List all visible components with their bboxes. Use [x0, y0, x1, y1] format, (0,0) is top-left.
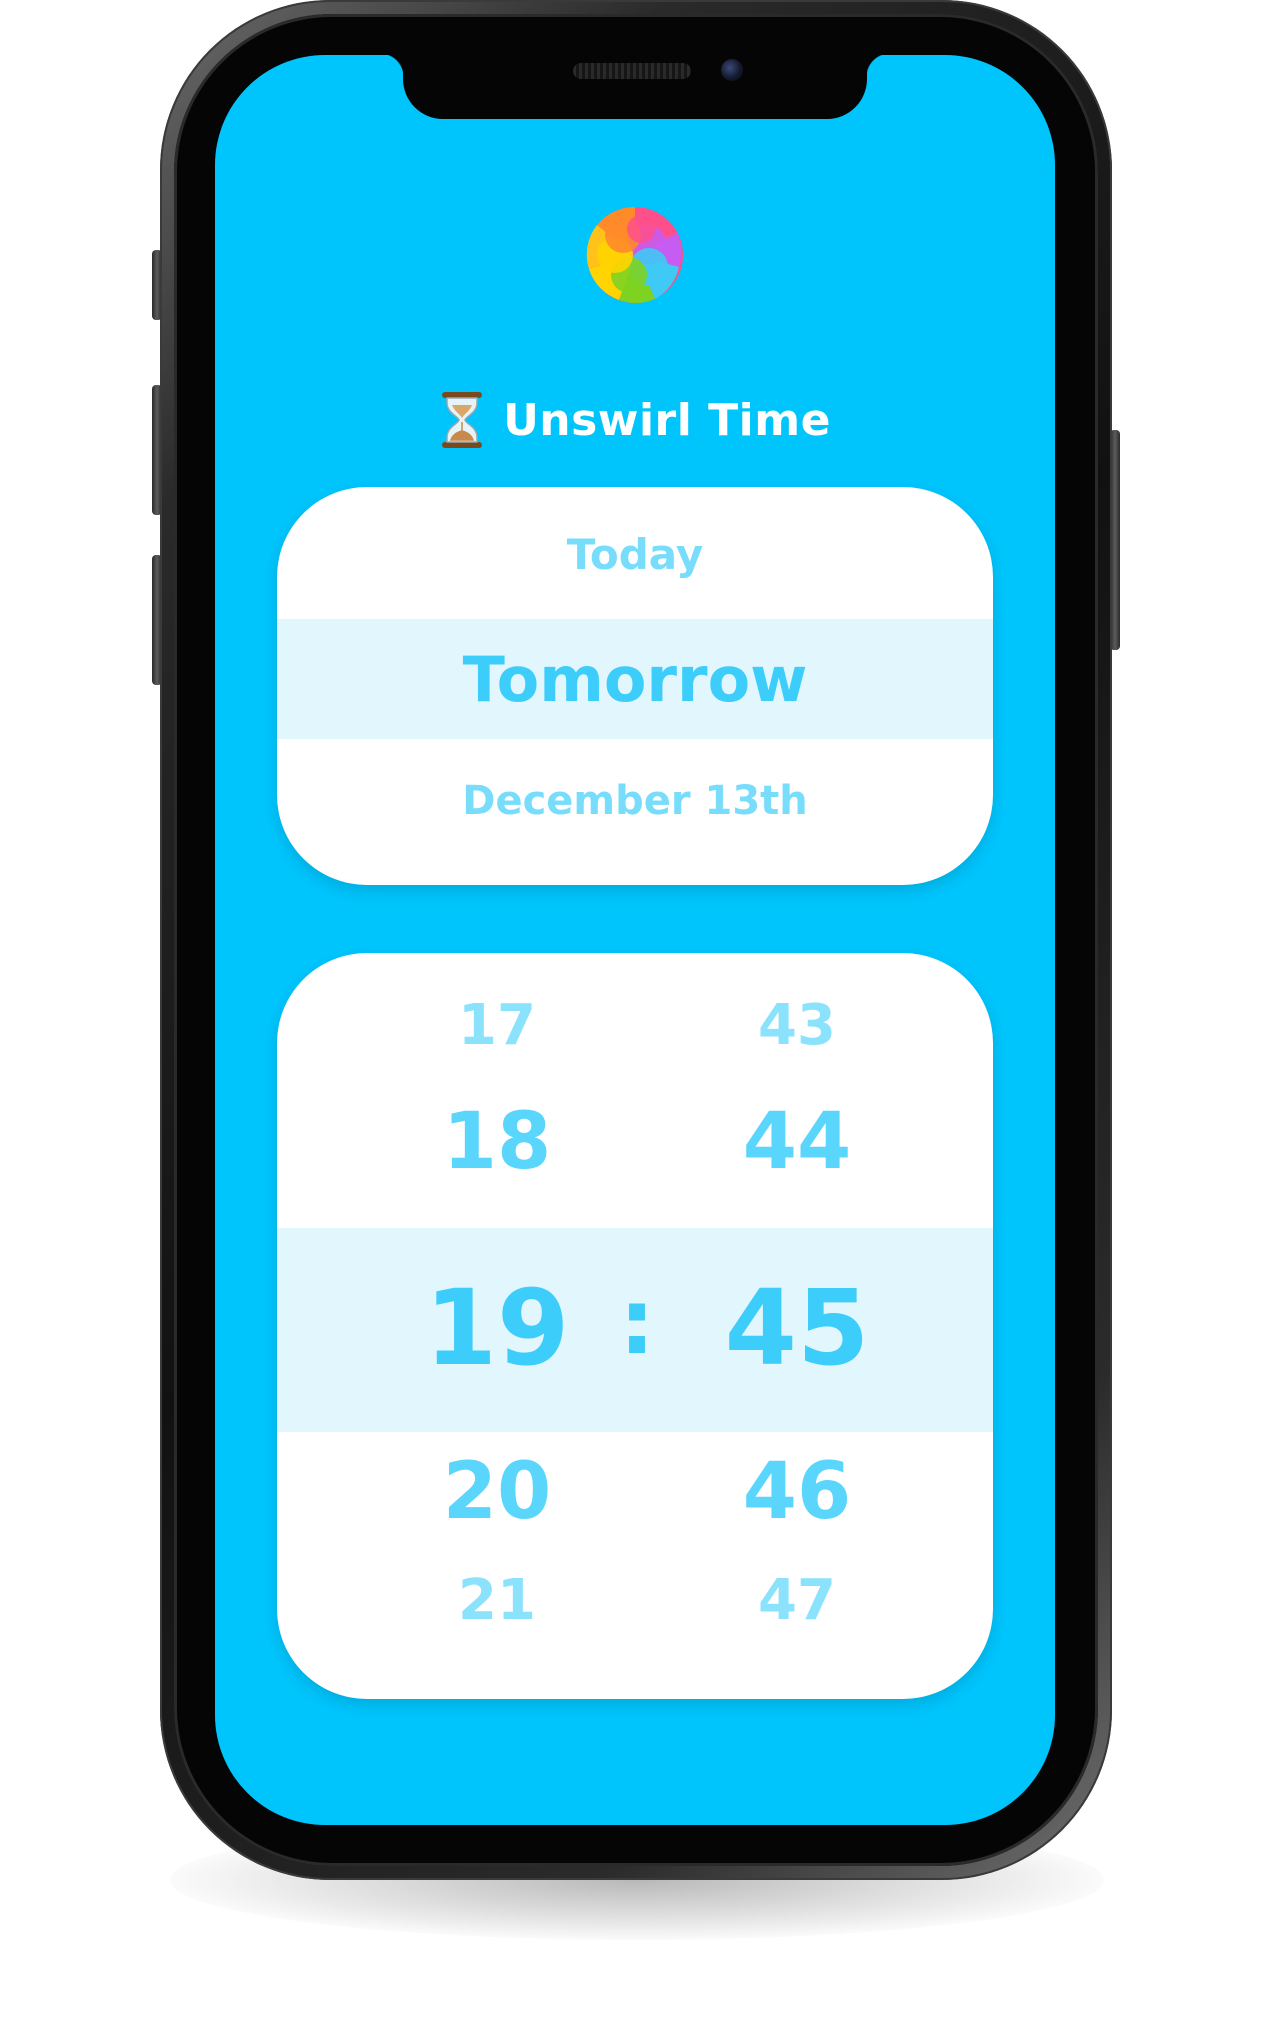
time-picker[interactable]: 17 18 19 20 21 : 43 44 45 46 47: [277, 953, 993, 1699]
date-option-selected[interactable]: Tomorrow: [277, 619, 993, 739]
front-camera: [721, 59, 743, 81]
hour-option[interactable]: 20: [397, 1453, 597, 1531]
hour-option[interactable]: 17: [397, 998, 597, 1054]
device-mockup: Unswirl Time Today Tomorrow December 13t…: [0, 0, 1274, 2043]
app-title: Unswirl Time: [503, 394, 831, 446]
hour-selected[interactable]: 19: [397, 1276, 597, 1380]
minute-selected[interactable]: 45: [697, 1276, 897, 1380]
app-header: Unswirl Time: [215, 385, 1055, 455]
minute-option[interactable]: 46: [697, 1453, 897, 1531]
hour-option[interactable]: 21: [397, 1573, 597, 1629]
minute-option[interactable]: 44: [697, 1103, 897, 1181]
date-option-previous[interactable]: Today: [277, 509, 993, 599]
app-screen: Unswirl Time Today Tomorrow December 13t…: [215, 55, 1055, 1825]
minute-option[interactable]: 43: [697, 998, 897, 1054]
speaker-grille: [573, 63, 691, 79]
minute-option[interactable]: 47: [697, 1573, 897, 1629]
hourglass-icon: [442, 392, 483, 448]
date-picker[interactable]: Today Tomorrow December 13th: [277, 487, 993, 885]
notch: [380, 55, 890, 119]
swirl-logo-icon: [586, 206, 683, 304]
date-option-next[interactable]: December 13th: [277, 755, 993, 847]
time-separator: :: [619, 1270, 655, 1375]
hour-option[interactable]: 18: [397, 1103, 597, 1181]
